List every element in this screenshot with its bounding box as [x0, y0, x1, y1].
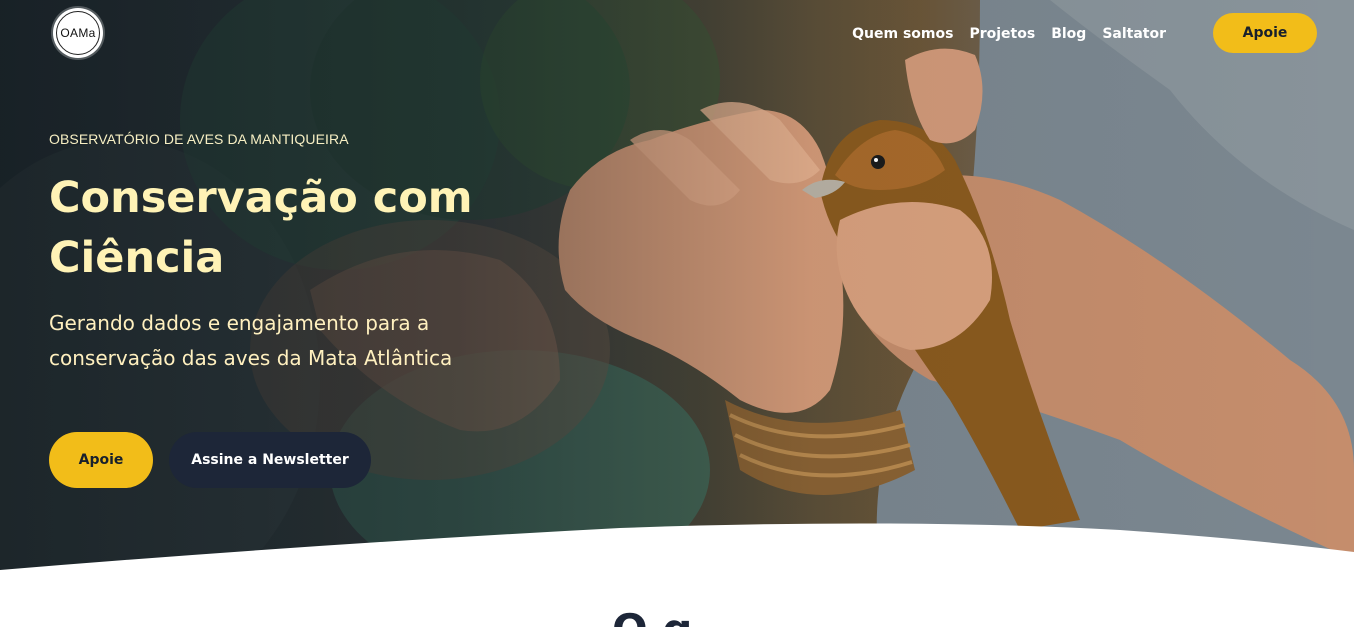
page: OAMa Quem somos Projetos Blog Saltator A…: [0, 0, 1354, 627]
hero-apoie-button[interactable]: Apoie: [49, 432, 153, 488]
logo-mark: OAMa: [56, 11, 100, 55]
hero-subtitle: Gerando dados e engajamento para a conse…: [49, 306, 479, 376]
header-apoie-button[interactable]: Apoie: [1213, 13, 1317, 53]
nav-link-saltator[interactable]: Saltator: [1102, 24, 1166, 44]
nav-link-blog[interactable]: Blog: [1051, 24, 1086, 44]
hero-section: OAMa Quem somos Projetos Blog Saltator A…: [0, 0, 1354, 580]
main-nav: Quem somos Projetos Blog Saltator: [852, 24, 1166, 44]
newsletter-button[interactable]: Assine a Newsletter: [169, 432, 371, 488]
nav-link-quem-somos[interactable]: Quem somos: [852, 24, 953, 44]
nav-link-projetos[interactable]: Projetos: [969, 24, 1035, 44]
hero-eyebrow: OBSERVATÓRIO DE AVES DA MANTIQUEIRA: [49, 131, 349, 147]
hero-bottom-wave: [0, 523, 1354, 580]
next-section-heading: O q: [612, 608, 692, 627]
hero-title: Conservação com Ciência: [49, 168, 519, 288]
site-logo[interactable]: OAMa: [53, 8, 103, 58]
hero-subtitle-line2: conservação das aves da Mata Atlântica: [49, 346, 453, 370]
hero-title-line1: Conservação com: [49, 173, 473, 223]
hero-title-line2: Ciência: [49, 233, 225, 283]
hero-subtitle-line1: Gerando dados e engajamento para a: [49, 311, 430, 335]
hero-overlay: [0, 0, 1354, 580]
